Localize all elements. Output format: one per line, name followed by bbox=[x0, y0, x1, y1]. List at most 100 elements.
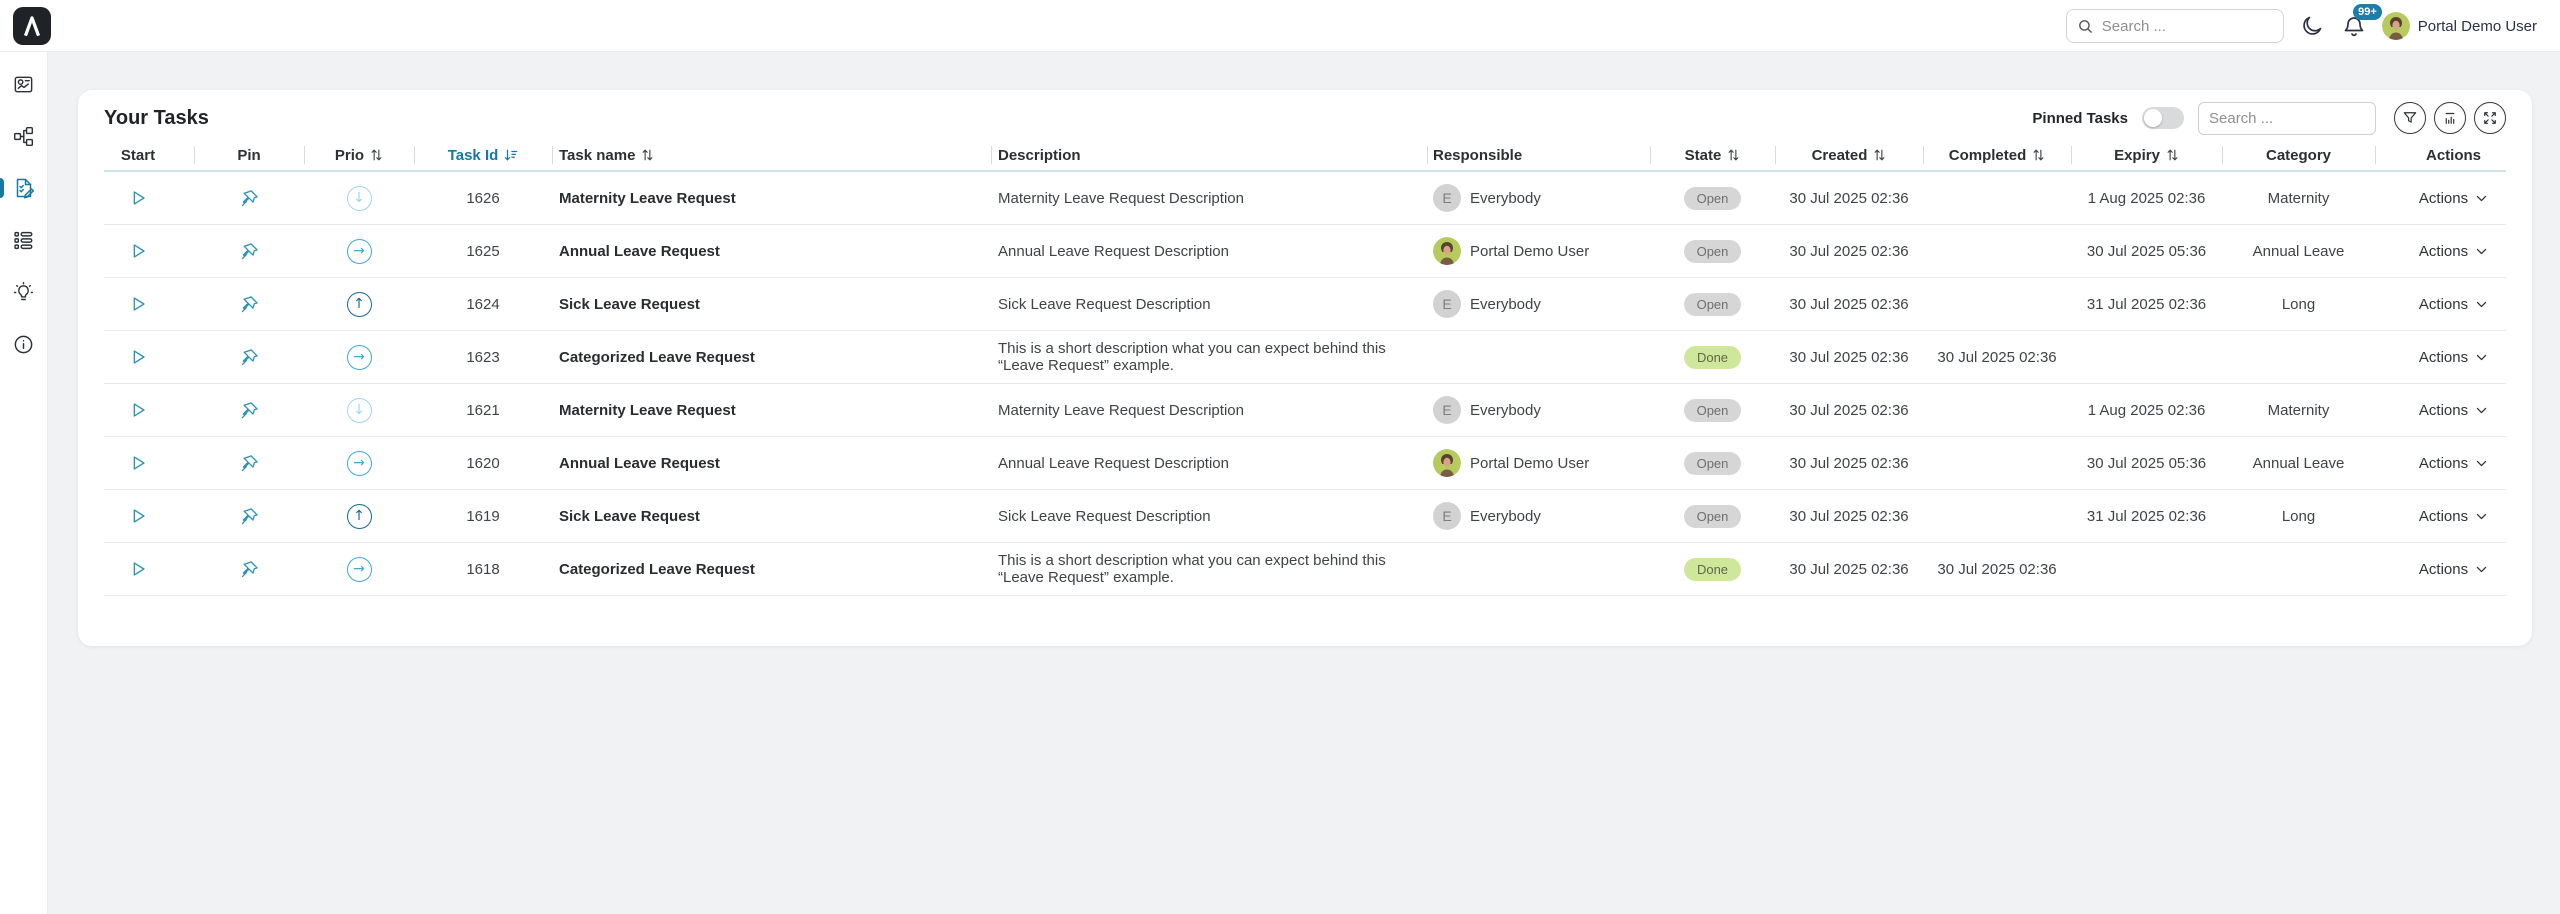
table-row[interactable]: →1623Categorized Leave RequestThis is a … bbox=[104, 331, 2506, 384]
pin-task-button[interactable] bbox=[239, 453, 260, 474]
expiry-cell: 1 Aug 2025 02:36 bbox=[2071, 384, 2222, 436]
task-name-cell: Categorized Leave Request bbox=[552, 543, 991, 595]
topbar: 99+ Portal Demo User bbox=[0, 0, 2560, 52]
filter-button[interactable] bbox=[2394, 102, 2426, 134]
column-header-state[interactable]: State bbox=[1650, 140, 1775, 170]
priority-high-icon: ↑ bbox=[347, 292, 372, 317]
table-row[interactable]: ↑1624Sick Leave RequestSick Leave Reques… bbox=[104, 278, 2506, 331]
column-header-description: Description bbox=[991, 140, 1427, 170]
notifications-button[interactable]: 99+ bbox=[2340, 12, 2368, 40]
table-row[interactable]: ↓1626Maternity Leave RequestMaternity Le… bbox=[104, 172, 2506, 225]
responsible-name: Everybody bbox=[1470, 296, 1541, 313]
table-row[interactable]: ↓1621Maternity Leave RequestMaternity Le… bbox=[104, 384, 2506, 437]
start-task-button[interactable] bbox=[127, 452, 149, 474]
task-description-cell: Sick Leave Request Description bbox=[991, 278, 1427, 330]
user-name: Portal Demo User bbox=[2418, 18, 2537, 35]
pinned-tasks-toggle[interactable] bbox=[2142, 107, 2184, 129]
actions-button[interactable]: Actions bbox=[2419, 508, 2488, 525]
actions-button[interactable]: Actions bbox=[2419, 296, 2488, 313]
pin-task-button[interactable] bbox=[239, 400, 260, 421]
task-name-cell: Sick Leave Request bbox=[552, 490, 991, 542]
column-header-responsible: Responsible bbox=[1427, 140, 1650, 170]
state-cell: Open bbox=[1650, 437, 1775, 489]
prio-cell: → bbox=[304, 331, 414, 383]
pin-task-button[interactable] bbox=[239, 241, 260, 262]
column-label: Completed bbox=[1949, 147, 2027, 164]
sidebar-item-tasks[interactable] bbox=[0, 170, 48, 206]
column-label: Category bbox=[2266, 147, 2331, 164]
completed-cell bbox=[1923, 225, 2071, 277]
column-header-expiry[interactable]: Expiry bbox=[2071, 140, 2222, 170]
sidebar-item-examples[interactable] bbox=[0, 274, 48, 310]
column-header-created[interactable]: Created bbox=[1775, 140, 1923, 170]
task-id-cell: 1620 bbox=[414, 437, 552, 489]
start-task-button[interactable] bbox=[127, 346, 149, 368]
pin-task-button[interactable] bbox=[239, 559, 260, 580]
task-description-cell: Sick Leave Request Description bbox=[991, 490, 1427, 542]
actions-cell: Actions bbox=[2375, 172, 2506, 224]
user-menu[interactable]: Portal Demo User bbox=[2382, 12, 2537, 40]
priority-high-icon: ↑ bbox=[347, 504, 372, 529]
completed-cell bbox=[1923, 437, 2071, 489]
table-row[interactable]: ↑1619Sick Leave RequestSick Leave Reques… bbox=[104, 490, 2506, 543]
sidebar-item-processes[interactable] bbox=[0, 118, 48, 154]
sidebar-item-cases[interactable] bbox=[0, 222, 48, 258]
state-cell: Open bbox=[1650, 384, 1775, 436]
priority-normal-icon: → bbox=[347, 239, 372, 264]
responsible-cell: Portal Demo User bbox=[1427, 437, 1650, 489]
start-task-button[interactable] bbox=[127, 558, 149, 580]
column-header-prio[interactable]: Prio bbox=[304, 140, 414, 170]
actions-button[interactable]: Actions bbox=[2419, 243, 2488, 260]
pin-task-button[interactable] bbox=[239, 347, 260, 368]
tasks-card: Your Tasks Pinned Tasks bbox=[78, 90, 2532, 646]
responsible-cell: EEverybody bbox=[1427, 172, 1650, 224]
actions-label: Actions bbox=[2419, 455, 2468, 472]
table-row[interactable]: →1618Categorized Leave RequestThis is a … bbox=[104, 543, 2506, 596]
actions-button[interactable]: Actions bbox=[2419, 402, 2488, 419]
actions-button[interactable]: Actions bbox=[2419, 190, 2488, 207]
start-cell bbox=[104, 331, 194, 383]
created-cell: 30 Jul 2025 02:36 bbox=[1775, 384, 1923, 436]
completed-cell bbox=[1923, 490, 2071, 542]
group-avatar: E bbox=[1433, 184, 1461, 212]
actions-button[interactable]: Actions bbox=[2419, 455, 2488, 472]
dark-mode-toggle[interactable] bbox=[2298, 12, 2326, 40]
filter-icon bbox=[2401, 109, 2419, 127]
sidebar-item-about[interactable] bbox=[0, 326, 48, 362]
actions-button[interactable]: Actions bbox=[2419, 561, 2488, 578]
priority-low-icon: ↓ bbox=[347, 398, 372, 423]
expand-button[interactable] bbox=[2474, 102, 2506, 134]
task-id-cell: 1626 bbox=[414, 172, 552, 224]
column-header-task_id[interactable]: Task Id bbox=[414, 140, 552, 170]
table-row[interactable]: →1625Annual Leave RequestAnnual Leave Re… bbox=[104, 225, 2506, 278]
start-task-button[interactable] bbox=[127, 240, 149, 262]
axon-ivy-logo[interactable] bbox=[13, 7, 51, 45]
sidebar-item-dashboard[interactable] bbox=[0, 66, 48, 102]
pin-task-button[interactable] bbox=[239, 188, 260, 209]
table-row[interactable]: →1620Annual Leave RequestAnnual Leave Re… bbox=[104, 437, 2506, 490]
global-search-input[interactable] bbox=[2102, 18, 2273, 35]
task-search[interactable] bbox=[2198, 102, 2376, 135]
column-label: Task name bbox=[559, 147, 635, 164]
chevron-down-icon bbox=[2475, 351, 2488, 364]
task-search-input[interactable] bbox=[2209, 110, 2365, 127]
state-badge: Open bbox=[1684, 240, 1742, 263]
pin-task-button[interactable] bbox=[239, 506, 260, 527]
group-avatar: E bbox=[1433, 290, 1461, 318]
column-header-completed[interactable]: Completed bbox=[1923, 140, 2071, 170]
analysis-button[interactable] bbox=[2434, 102, 2466, 134]
column-label: Description bbox=[998, 147, 1081, 164]
start-task-button[interactable] bbox=[127, 399, 149, 421]
pin-task-button[interactable] bbox=[239, 294, 260, 315]
state-badge: Done bbox=[1684, 346, 1741, 369]
column-header-name[interactable]: Task name bbox=[552, 140, 991, 170]
start-task-button[interactable] bbox=[127, 187, 149, 209]
start-task-button[interactable] bbox=[127, 505, 149, 527]
actions-button[interactable]: Actions bbox=[2419, 349, 2488, 366]
completed-cell: 30 Jul 2025 02:36 bbox=[1923, 543, 2071, 595]
expand-icon bbox=[2481, 109, 2499, 127]
global-search[interactable] bbox=[2066, 9, 2284, 43]
created-cell: 30 Jul 2025 02:36 bbox=[1775, 543, 1923, 595]
actions-cell: Actions bbox=[2375, 331, 2506, 383]
start-task-button[interactable] bbox=[127, 293, 149, 315]
